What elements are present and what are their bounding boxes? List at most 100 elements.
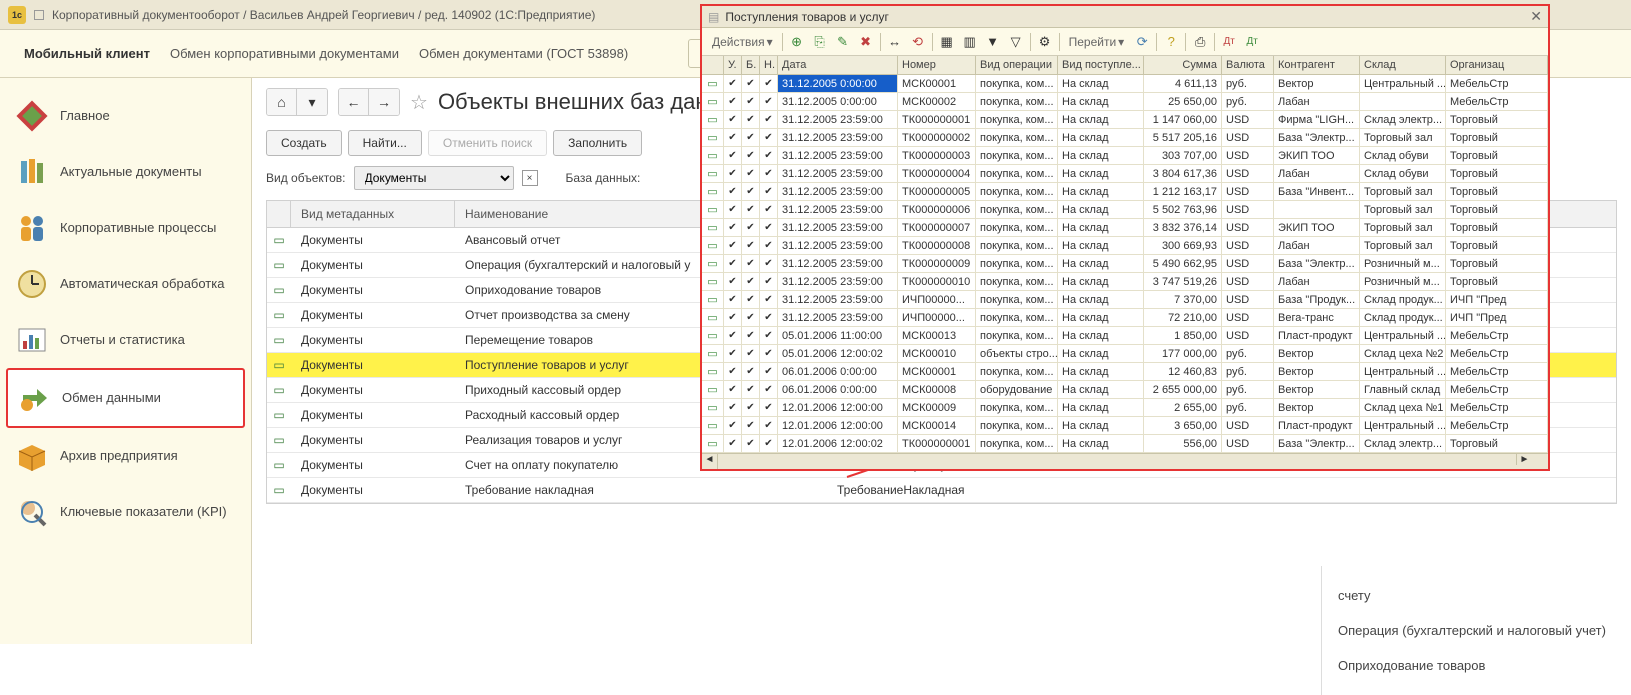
popup-titlebar[interactable]: ▤ Поступления товаров и услуг ✕ [702, 6, 1548, 28]
cell-num: ТК000000006 [898, 201, 976, 218]
cell-org: Торговый [1446, 183, 1548, 200]
menu-link-gost-exchange[interactable]: Обмен документами (ГОСТ 53898) [419, 46, 628, 61]
edit-icon[interactable]: ✎ [834, 33, 852, 51]
filter2-icon[interactable]: ▥ [961, 33, 979, 51]
clear-filter-button[interactable]: × [522, 170, 538, 186]
cell-date: 31.12.2005 23:59:00 [778, 201, 898, 218]
sidebar-item-reports[interactable]: Отчеты и статистика [6, 312, 245, 368]
table-row[interactable]: ▭✔✔✔31.12.2005 23:59:00ТК000000002покупк… [702, 129, 1548, 147]
chevron-down-icon[interactable]: ▾ [297, 89, 327, 115]
fill-button[interactable]: Заполнить [553, 130, 642, 156]
delete-icon[interactable]: ✖ [857, 33, 875, 51]
table-row[interactable]: ▭✔✔✔31.12.2005 0:00:00МСК00002покупка, к… [702, 93, 1548, 111]
table-row[interactable]: ▭✔✔✔12.01.2006 12:00:00МСК00014покупка, … [702, 417, 1548, 435]
filter4-icon[interactable]: ▽ [1007, 33, 1025, 51]
sidebar-item-auto[interactable]: Автоматическая обработка [6, 256, 245, 312]
sidebar-item-archive[interactable]: Архив предприятия [6, 428, 245, 484]
window-dropdown-icon[interactable] [34, 10, 44, 20]
actions-dropdown[interactable]: Действия▾ [708, 35, 777, 49]
col-sum[interactable]: Сумма [1144, 56, 1222, 74]
close-icon[interactable]: ✕ [1530, 8, 1542, 25]
scroll-right-icon[interactable]: ► [1516, 454, 1532, 465]
col-num[interactable]: Номер [898, 56, 976, 74]
col-n[interactable]: Н. [760, 56, 778, 74]
refresh2-icon[interactable]: ⟲ [909, 33, 927, 51]
menu-link-corp-exchange[interactable]: Обмен корпоративными документами [170, 46, 399, 61]
table-row[interactable]: ▭✔✔✔31.12.2005 23:59:00ТК000000010покупк… [702, 273, 1548, 291]
sidebar-item-exchange[interactable]: Обмен данными [6, 368, 245, 428]
cell-skl: Склад электр... [1360, 111, 1446, 128]
col-agent[interactable]: Контрагент [1274, 56, 1360, 74]
print-icon[interactable]: ⎙ [1191, 33, 1209, 51]
cell-sum: 5 490 662,95 [1144, 255, 1222, 272]
refresh-icon[interactable]: ↔ [886, 33, 904, 51]
check-icon: ✔ [728, 366, 736, 377]
cell-agent: Лабан [1274, 273, 1360, 290]
home-button[interactable]: ⌂ [267, 89, 297, 115]
check-icon: ✔ [728, 132, 736, 143]
table-row[interactable]: ▭✔✔✔31.12.2005 23:59:00ТК000000001покупк… [702, 111, 1548, 129]
rp-item[interactable]: Операция (бухгалтерский и налоговый учет… [1338, 613, 1615, 648]
help-icon[interactable]: ? [1162, 33, 1180, 51]
cell-sum: 2 655,00 [1144, 399, 1222, 416]
col-op[interactable]: Вид операции [976, 56, 1058, 74]
doc-icon: ▭ [707, 131, 717, 144]
cell-post: На склад [1058, 219, 1144, 236]
table-row[interactable]: ▭✔✔✔31.12.2005 23:59:00ТК000000005покупк… [702, 183, 1548, 201]
reload-icon[interactable]: ⟳ [1133, 33, 1151, 51]
tool-icon[interactable]: ⚙ [1036, 33, 1054, 51]
find-button[interactable]: Найти... [348, 130, 422, 156]
table-row[interactable]: ▭✔✔✔05.01.2006 11:00:00МСК00013покупка, … [702, 327, 1548, 345]
sidebar-item-docs[interactable]: Актуальные документы [6, 144, 245, 200]
back-button[interactable]: ← [339, 89, 369, 115]
sidebar-item-processes[interactable]: Корпоративные процессы [6, 200, 245, 256]
sidebar-item-main[interactable]: Главное [6, 88, 245, 144]
table-row[interactable]: ▭✔✔✔06.01.2006 0:00:00МСК00008оборудован… [702, 381, 1548, 399]
filter1-icon[interactable]: ▦ [938, 33, 956, 51]
table-row[interactable]: ▭✔✔✔31.12.2005 23:59:00ТК000000003покупк… [702, 147, 1548, 165]
check-icon: ✔ [746, 186, 754, 197]
col-b[interactable]: Б. [742, 56, 760, 74]
rp-item[interactable]: счету [1338, 578, 1615, 613]
table-row[interactable]: ▭✔✔✔31.12.2005 0:00:00МСК00001покупка, к… [702, 75, 1548, 93]
popup-scrollbar[interactable]: ◄ ► [702, 453, 1548, 469]
doc-icon: ▭ [707, 365, 717, 378]
cell-op: оборудование [976, 381, 1058, 398]
cell-name: Требование накладная [455, 478, 827, 502]
cell-sum: 3 804 617,36 [1144, 165, 1222, 182]
col-skl[interactable]: Склад [1360, 56, 1446, 74]
scroll-left-icon[interactable]: ◄ [702, 454, 718, 469]
table-row[interactable]: ▭✔✔✔12.01.2006 12:00:02ТК000000001покупк… [702, 435, 1548, 453]
check-icon: ✔ [746, 420, 754, 431]
goto-dropdown[interactable]: Перейти▾ [1065, 35, 1129, 49]
table-row[interactable]: ▭✔✔✔31.12.2005 23:59:00ТК000000004покупк… [702, 165, 1548, 183]
rp-item[interactable]: Оприходование товаров [1338, 648, 1615, 683]
col-cur[interactable]: Валюта [1222, 56, 1274, 74]
table-row[interactable]: ▭✔✔✔31.12.2005 23:59:00ИЧП00000...покупк… [702, 309, 1548, 327]
col-kind[interactable]: Вид метаданных [291, 201, 455, 227]
add-icon[interactable]: ⊕ [788, 33, 806, 51]
table-row[interactable]: ▭✔✔✔31.12.2005 23:59:00ИЧП00000...покупк… [702, 291, 1548, 309]
table-row[interactable]: ▭✔✔✔12.01.2006 12:00:00МСК00009покупка, … [702, 399, 1548, 417]
table-row[interactable]: ▭✔✔✔31.12.2005 23:59:00ТК000000008покупк… [702, 237, 1548, 255]
table-row[interactable]: ▭✔✔✔31.12.2005 23:59:00ТК000000009покупк… [702, 255, 1548, 273]
table-row[interactable]: ▭✔✔✔06.01.2006 0:00:00МСК00001покупка, к… [702, 363, 1548, 381]
col-u[interactable]: У. [724, 56, 742, 74]
forward-button[interactable]: → [369, 89, 399, 115]
col-post[interactable]: Вид поступле... [1058, 56, 1144, 74]
kt-icon[interactable]: Дт [1243, 33, 1261, 51]
col-date[interactable]: Дата [778, 56, 898, 74]
dt-icon[interactable]: Дт [1220, 33, 1238, 51]
filter-kind-select[interactable]: Документы [354, 166, 514, 190]
star-icon[interactable]: ☆ [410, 90, 428, 115]
col-org[interactable]: Организац [1446, 56, 1548, 74]
cell-agent: Пласт-продукт [1274, 417, 1360, 434]
table-row[interactable]: ▭✔✔✔31.12.2005 23:59:00ТК000000006покупк… [702, 201, 1548, 219]
sidebar-item-kpi[interactable]: Ключевые показатели (KPI) [6, 484, 245, 540]
create-button[interactable]: Создать [266, 130, 342, 156]
table-row[interactable]: ▭ДокументыТребование накладнаяТребование… [267, 478, 1616, 503]
filter3-icon[interactable]: ▼ [984, 33, 1002, 51]
table-row[interactable]: ▭✔✔✔05.01.2006 12:00:02МСК00010объекты с… [702, 345, 1548, 363]
table-row[interactable]: ▭✔✔✔31.12.2005 23:59:00ТК000000007покупк… [702, 219, 1548, 237]
copy-icon[interactable]: ⎘ [811, 33, 829, 51]
